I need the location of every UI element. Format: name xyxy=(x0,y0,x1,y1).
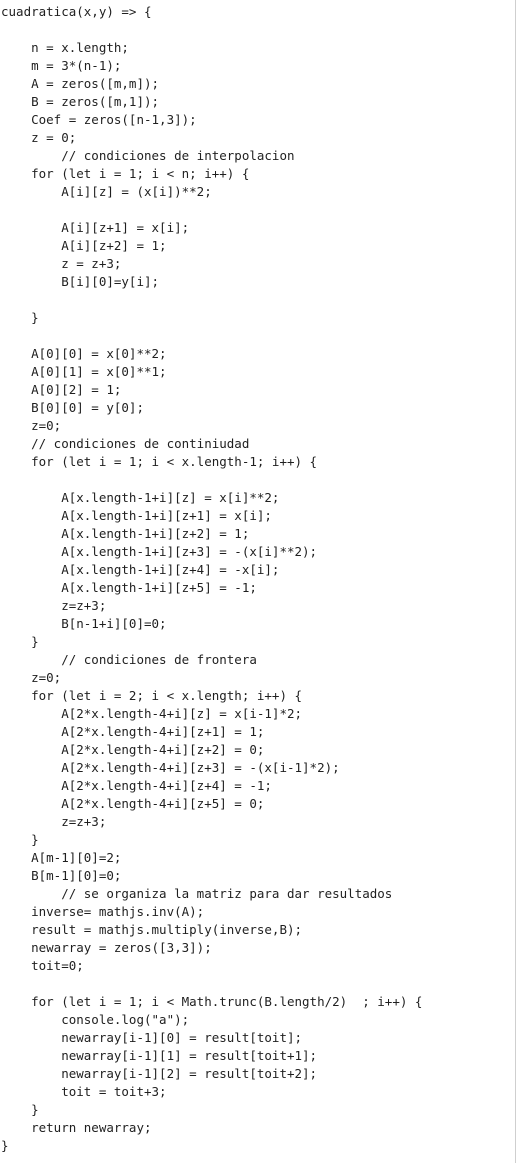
code-line: } xyxy=(1,832,39,847)
code-line: } xyxy=(1,1102,39,1117)
code-line: A[2*x.length-4+i][z+1] = 1; xyxy=(1,724,265,739)
code-line: A[i][z+1] = x[i]; xyxy=(1,220,190,235)
code-line: z = z+3; xyxy=(1,256,122,271)
code-line: z = 0; xyxy=(1,130,77,145)
code-line: A[2*x.length-4+i][z+3] = -(x[i-1]*2); xyxy=(1,760,340,775)
code-line: A[x.length-1+i][z+5] = -1; xyxy=(1,580,257,595)
code-line: } xyxy=(1,634,39,649)
code-line: // condiciones de frontera xyxy=(1,652,257,667)
code-line: result = mathjs.multiply(inverse,B); xyxy=(1,922,303,937)
code-line: A = zeros([m,m]); xyxy=(1,76,160,91)
code-line: return newarray; xyxy=(1,1120,152,1135)
code-line: A[2*x.length-4+i][z+4] = -1; xyxy=(1,778,272,793)
code-line: toit = toit+3; xyxy=(1,1084,167,1099)
code-line: console.log("a"); xyxy=(1,1012,190,1027)
code-line: newarray[i-1][1] = result[toit+1]; xyxy=(1,1048,318,1063)
code-block: cuadratica(x,y) => { n = x.length; m = 3… xyxy=(1,3,422,1155)
code-line: B = zeros([m,1]); xyxy=(1,94,160,109)
code-line: z=z+3; xyxy=(1,598,107,613)
code-line: A[x.length-1+i][z+2] = 1; xyxy=(1,526,250,541)
code-line: m = 3*(n-1); xyxy=(1,58,122,73)
code-line: B[m-1][0]=0; xyxy=(1,868,122,883)
code-line: A[0][0] = x[0]**2; xyxy=(1,346,167,361)
code-line: z=0; xyxy=(1,418,62,433)
code-line: // condiciones de continiudad xyxy=(1,436,250,451)
code-line: inverse= mathjs.inv(A); xyxy=(1,904,205,919)
code-line: toit=0; xyxy=(1,958,84,973)
code-line: B[n-1+i][0]=0; xyxy=(1,616,167,631)
code-line: } xyxy=(1,1138,9,1153)
code-line: A[2*x.length-4+i][z+5] = 0; xyxy=(1,796,265,811)
code-line: A[2*x.length-4+i][z+2] = 0; xyxy=(1,742,265,757)
code-line: A[x.length-1+i][z+3] = -(x[i]**2); xyxy=(1,544,318,559)
code-line: A[0][1] = x[0]**1; xyxy=(1,364,167,379)
code-line: B[i][0]=y[i]; xyxy=(1,274,160,289)
code-line: } xyxy=(1,310,39,325)
code-line: A[m-1][0]=2; xyxy=(1,850,122,865)
code-line: A[0][2] = 1; xyxy=(1,382,122,397)
code-line: z=0; xyxy=(1,670,62,685)
code-line: for (let i = 1; i < x.length-1; i++) { xyxy=(1,454,318,469)
code-line: A[i][z+2] = 1; xyxy=(1,238,167,253)
code-line: A[i][z] = (x[i])**2; xyxy=(1,184,212,199)
code-line: A[x.length-1+i][z+4] = -x[i]; xyxy=(1,562,280,577)
code-line: for (let i = 1; i < Math.trunc(B.length/… xyxy=(1,994,423,1009)
code-line: // condiciones de interpolacion xyxy=(1,148,295,163)
code-line: A[2*x.length-4+i][z] = x[i-1]*2; xyxy=(1,706,303,721)
code-line: A[x.length-1+i][z+1] = x[i]; xyxy=(1,508,272,523)
code-line: z=z+3; xyxy=(1,814,107,829)
code-line: newarray[i-1][2] = result[toit+2]; xyxy=(1,1066,318,1081)
code-line: newarray[i-1][0] = result[toit]; xyxy=(1,1030,303,1045)
code-editor[interactable]: cuadratica(x,y) => { n = x.length; m = 3… xyxy=(0,0,516,1163)
code-line: A[x.length-1+i][z] = x[i]**2; xyxy=(1,490,280,505)
code-line: // se organiza la matriz para dar result… xyxy=(1,886,393,901)
code-line: n = x.length; xyxy=(1,40,129,55)
code-line: cuadratica(x,y) => { xyxy=(1,4,152,19)
code-line: for (let i = 1; i < n; i++) { xyxy=(1,166,250,181)
code-line: B[0][0] = y[0]; xyxy=(1,400,144,415)
code-line: for (let i = 2; i < x.length; i++) { xyxy=(1,688,303,703)
code-line: newarray = zeros([3,3]); xyxy=(1,940,212,955)
code-line: Coef = zeros([n-1,3]); xyxy=(1,112,197,127)
